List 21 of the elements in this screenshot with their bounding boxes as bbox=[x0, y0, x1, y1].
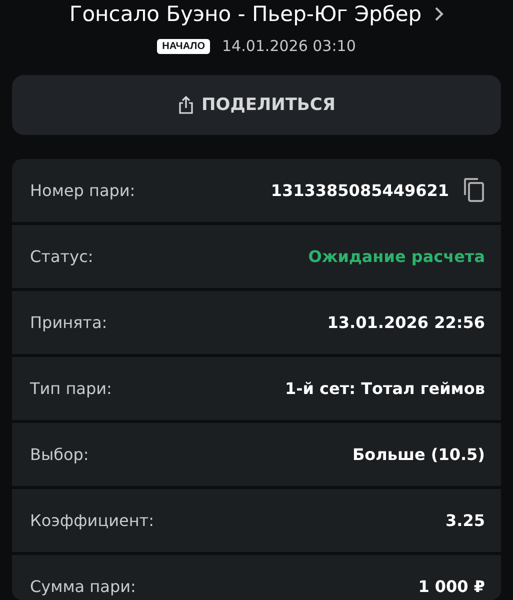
event-datetime: 14.01.2026 03:10 bbox=[222, 37, 356, 56]
detail-label: Тип пари: bbox=[30, 378, 112, 398]
event-title[interactable]: Гонсало Буэно - Пьер-Юг Эрбер bbox=[69, 2, 422, 26]
detail-label: Принята: bbox=[30, 312, 108, 332]
detail-label: Статус: bbox=[30, 246, 94, 266]
share-button[interactable]: ПОДЕЛИТЬСЯ bbox=[12, 74, 501, 135]
detail-value: 1 000 ₽ bbox=[418, 576, 485, 596]
start-badge: НАЧАЛО bbox=[157, 38, 210, 54]
detail-value: Больше (10.5) bbox=[352, 444, 485, 464]
detail-label: Сумма пари: bbox=[30, 576, 136, 596]
detail-label: Выбор: bbox=[30, 444, 89, 464]
share-icon bbox=[178, 94, 194, 115]
detail-label: Номер пари: bbox=[30, 180, 136, 200]
detail-value: 3.25 bbox=[446, 510, 485, 530]
detail-value: 13.01.2026 22:56 bbox=[327, 312, 485, 332]
detail-label: Коэффициент: bbox=[30, 510, 154, 530]
detail-value: 1313385085449621 bbox=[270, 180, 449, 200]
chevron-right-icon[interactable] bbox=[434, 6, 444, 22]
detail-value: Ожидание расчета bbox=[308, 246, 485, 266]
detail-value: 1-й сет: Тотал геймов bbox=[284, 378, 485, 398]
copy-icon[interactable] bbox=[463, 177, 485, 204]
